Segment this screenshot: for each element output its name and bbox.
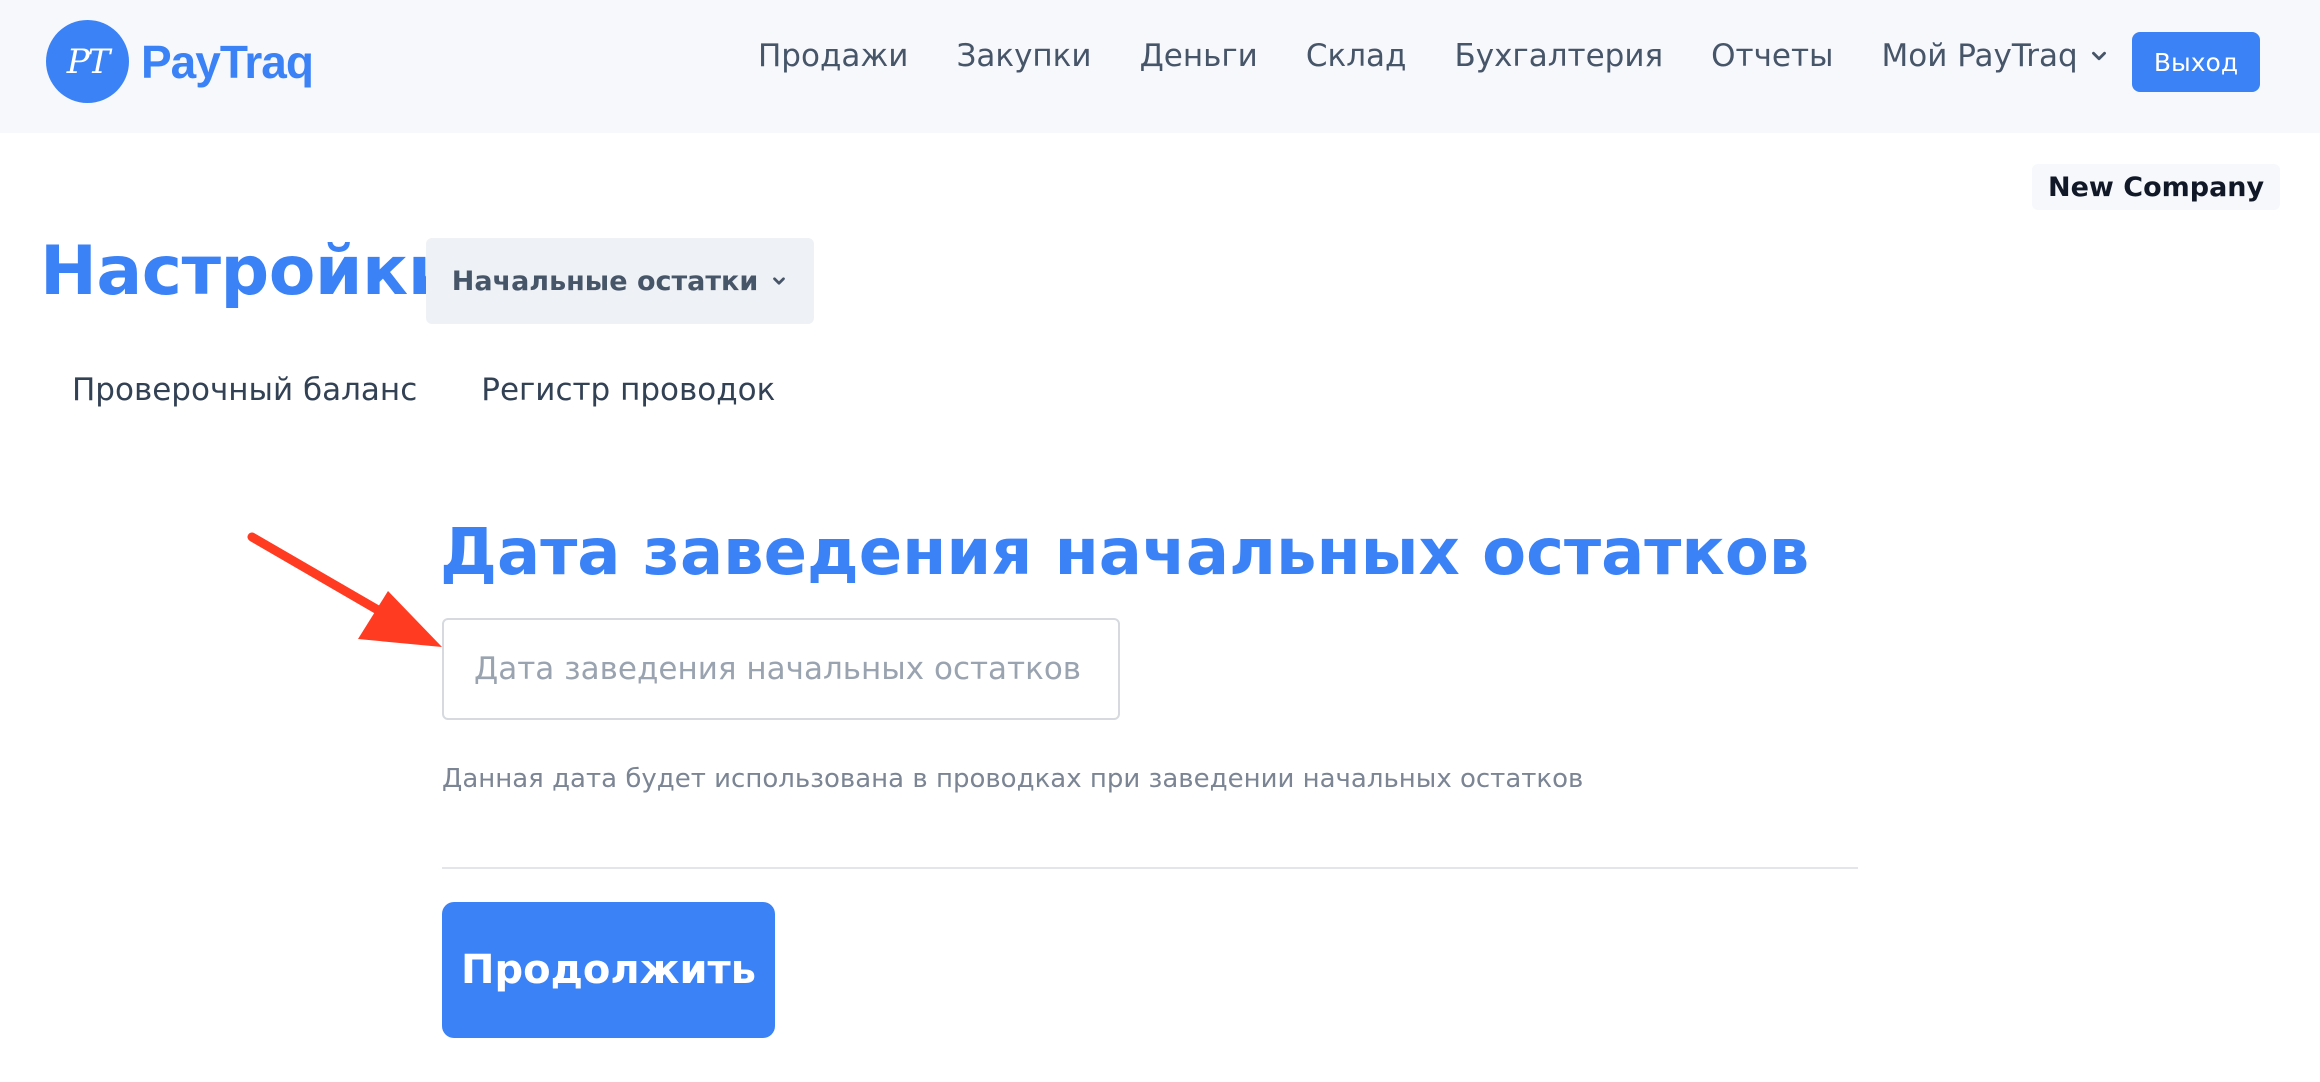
date-help-text: Данная дата будет использована в проводк… (442, 764, 1584, 794)
chevron-down-icon (773, 277, 786, 285)
main-nav: Продажи Закупки Деньги Склад Бухгалтерия… (758, 38, 2110, 74)
continue-button[interactable]: Продолжить (442, 902, 775, 1038)
company-badge[interactable]: New Company (2032, 164, 2281, 210)
nav-item-warehouse[interactable]: Склад (1306, 38, 1407, 74)
arrow-annotation-icon (247, 532, 442, 647)
section-dropdown-label: Начальные остатки (451, 265, 759, 297)
sub-tabs: Проверочный баланс Регистр проводок (72, 372, 839, 408)
logo-text: PayTraq (141, 35, 314, 88)
top-header: PT PayTraq Продажи Закупки Деньги Склад … (0, 0, 2320, 133)
nav-item-sales[interactable]: Продажи (758, 38, 908, 74)
tab-trial-balance[interactable]: Проверочный баланс (72, 372, 417, 408)
nav-item-reports[interactable]: Отчеты (1711, 38, 1833, 74)
nav-item-my-paytraq-label: Мой PayTraq (1881, 38, 2078, 74)
page-title: Настройки (40, 232, 455, 311)
divider (442, 867, 1858, 869)
nav-item-money[interactable]: Деньги (1140, 38, 1258, 74)
paytraq-logo[interactable]: PT PayTraq (46, 20, 314, 103)
opening-balance-date-input[interactable] (442, 618, 1120, 720)
nav-item-accounting[interactable]: Бухгалтерия (1454, 38, 1663, 74)
logo-mark: PT (46, 20, 129, 103)
logout-button[interactable]: Выход (2132, 32, 2260, 92)
tab-journal-register[interactable]: Регистр проводок (481, 372, 775, 408)
form-heading: Дата заведения начальных остатков (440, 516, 1810, 590)
nav-item-purchases[interactable]: Закупки (956, 38, 1091, 74)
page: PT PayTraq Продажи Закупки Деньги Склад … (0, 0, 2320, 1082)
section-dropdown[interactable]: Начальные остатки (426, 238, 814, 324)
nav-item-my-paytraq[interactable]: Мой PayTraq (1882, 38, 2110, 74)
chevron-down-icon (2091, 51, 2106, 61)
